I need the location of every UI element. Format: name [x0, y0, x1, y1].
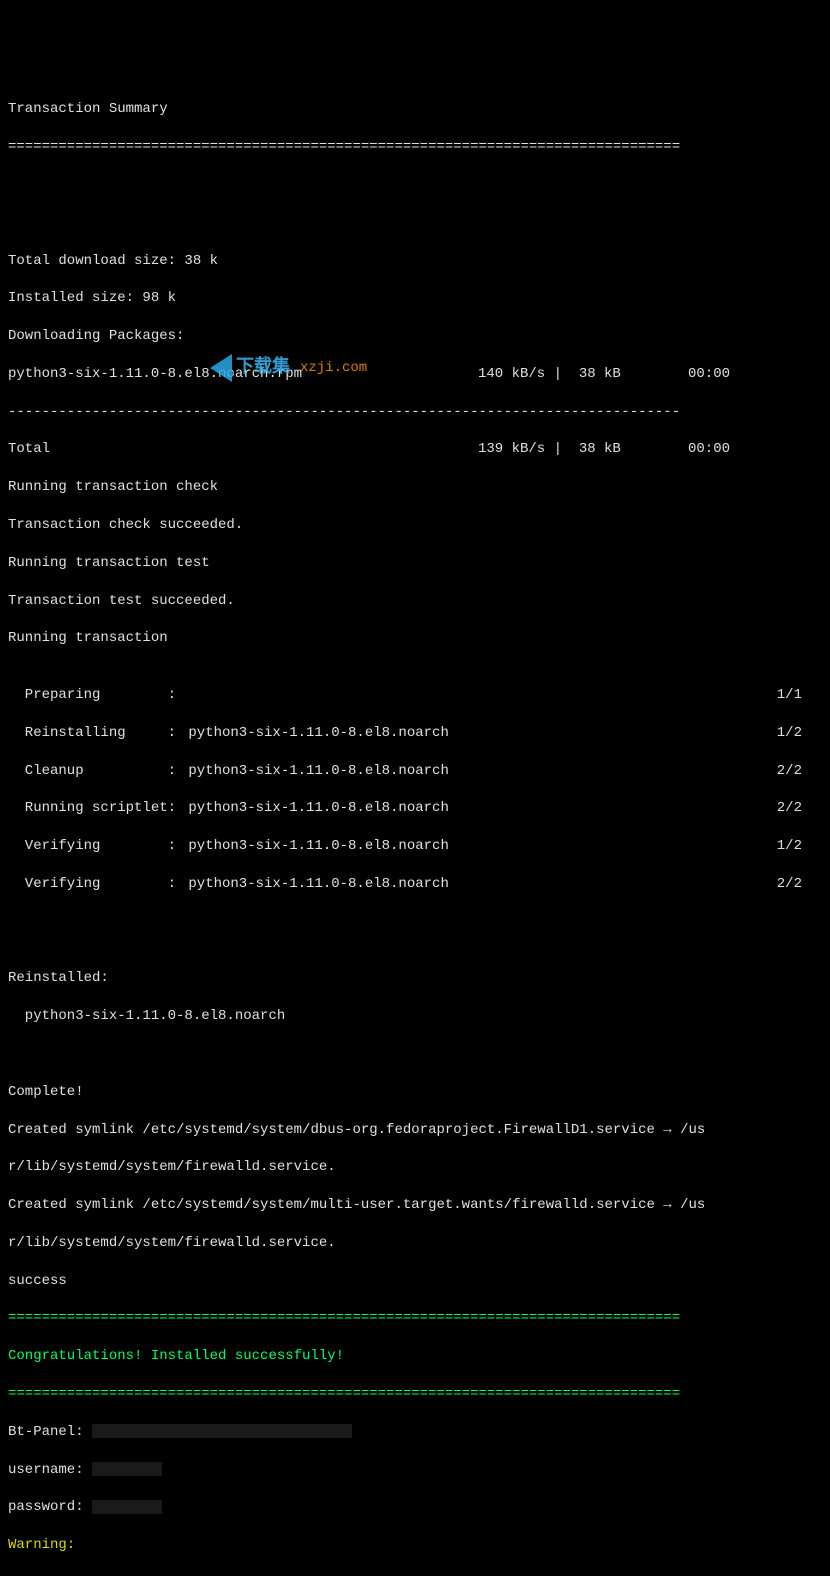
total-label: Total [8, 440, 478, 459]
tx-stage: Reinstalling : [8, 724, 178, 743]
blank [8, 1045, 822, 1064]
redacted-username [92, 1462, 162, 1476]
tx-count: 1/2 [777, 837, 822, 856]
separator-dashes: ----------------------------------------… [8, 403, 822, 422]
tx-stage: Verifying : [8, 875, 178, 894]
tx-check-ok: Transaction check succeeded. [8, 516, 822, 535]
tx-pkg [178, 686, 180, 705]
download-pkg: python3-six-1.11.0-8.el8.noarch.rpm [8, 365, 478, 384]
blank [8, 214, 822, 233]
blank [8, 176, 822, 195]
symlink1: Created symlink /etc/systemd/system/dbus… [8, 1121, 822, 1140]
tx-check-running: Running transaction check [8, 478, 822, 497]
tx-step: Verifying : python3-six-1.11.0-8.el8.noa… [8, 837, 822, 856]
username-line: username: [8, 1461, 822, 1480]
tx-running: Running transaction [8, 629, 822, 648]
total-download-size: Total download size: 38 k [8, 252, 822, 271]
warning-line1: If you cannot access the panel, [8, 1574, 822, 1576]
tx-count: 2/2 [777, 875, 822, 894]
password-line: password: [8, 1498, 822, 1517]
tx-count: 2/2 [777, 762, 822, 781]
symlink2: Created symlink /etc/systemd/system/mult… [8, 1196, 822, 1215]
tx-test-running: Running transaction test [8, 554, 822, 573]
bt-panel-label: Bt-Panel: [8, 1424, 92, 1440]
tx-count: 1/1 [777, 686, 822, 705]
total-rate: 139 kB/s | 38 kB [478, 440, 688, 459]
separator: ========================================… [8, 1309, 822, 1328]
separator: ========================================… [8, 138, 822, 157]
success: success [8, 1272, 822, 1291]
tx-pkg: python3-six-1.11.0-8.el8.noarch [178, 799, 449, 818]
installed-size: Installed size: 98 k [8, 289, 822, 308]
symlink1b: r/lib/systemd/system/firewalld.service. [8, 1158, 822, 1177]
tx-pkg: python3-six-1.11.0-8.el8.noarch [178, 875, 449, 894]
tx-step: Running scriptlet: python3-six-1.11.0-8.… [8, 799, 822, 818]
redacted-bt-url [92, 1424, 352, 1438]
congrats: Congratulations! Installed successfully! [8, 1347, 822, 1366]
separator: ========================================… [8, 1385, 822, 1404]
warning-label: Warning: [8, 1536, 822, 1555]
tx-pkg: python3-six-1.11.0-8.el8.noarch [178, 762, 449, 781]
blank [8, 932, 822, 951]
tx-pkg: python3-six-1.11.0-8.el8.noarch [178, 837, 449, 856]
tx-pkg: python3-six-1.11.0-8.el8.noarch [178, 724, 449, 743]
tx-stage: Preparing : [8, 686, 178, 705]
tx-step: Verifying : python3-six-1.11.0-8.el8.noa… [8, 875, 822, 894]
username-label: username: [8, 1462, 92, 1478]
tx-count: 1/2 [777, 724, 822, 743]
tx-count: 2/2 [777, 799, 822, 818]
total-time: 00:00 [688, 440, 788, 459]
total-row: Total 139 kB/s | 38 kB 00:00 [8, 440, 822, 459]
complete-label: Complete! [8, 1083, 822, 1102]
tx-step: Preparing : 1/1 [8, 686, 822, 705]
tx-test-ok: Transaction test succeeded. [8, 592, 822, 611]
reinstalled-pkg: python3-six-1.11.0-8.el8.noarch [8, 1007, 822, 1026]
reinstalled-label: Reinstalled: [8, 969, 822, 988]
terminal-output: Transaction Summary ====================… [8, 82, 822, 1576]
tx-stage: Running scriptlet: [8, 799, 178, 818]
download-rate: 140 kB/s | 38 kB [478, 365, 688, 384]
redacted-password [92, 1500, 162, 1514]
tx-step: Cleanup : python3-six-1.11.0-8.el8.noarc… [8, 762, 822, 781]
bt-panel-line: Bt-Panel: [8, 1423, 822, 1442]
download-row: python3-six-1.11.0-8.el8.noarch.rpm 140 … [8, 365, 822, 384]
tx-step: Reinstalling : python3-six-1.11.0-8.el8.… [8, 724, 822, 743]
password-label: password: [8, 1499, 92, 1515]
download-time: 00:00 [688, 365, 788, 384]
downloading-packages: Downloading Packages: [8, 327, 822, 346]
tx-stage: Cleanup : [8, 762, 178, 781]
tx-stage: Verifying : [8, 837, 178, 856]
transaction-summary-title: Transaction Summary [8, 100, 822, 119]
symlink2b: r/lib/systemd/system/firewalld.service. [8, 1234, 822, 1253]
